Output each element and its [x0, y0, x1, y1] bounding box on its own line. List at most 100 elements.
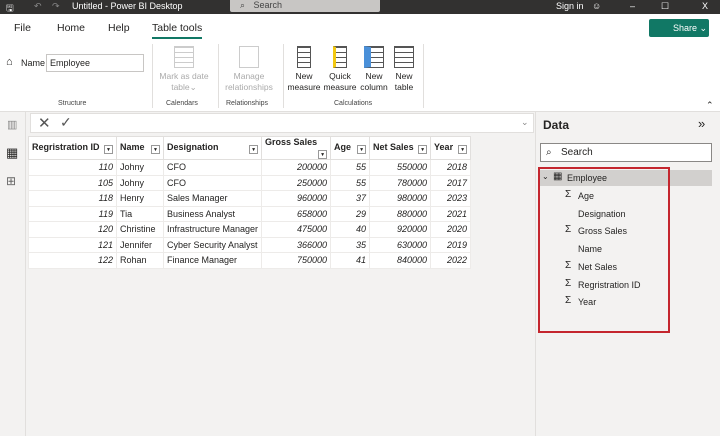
title-bar: 🖫 ↶ ↷ Untitled - Power BI Desktop ⌕ Sear…: [0, 0, 720, 14]
collapse-pane-icon[interactable]: »: [698, 116, 705, 131]
table-cell[interactable]: 105: [28, 174, 117, 191]
table-cell[interactable]: Finance Manager: [162, 252, 263, 269]
table-cell[interactable]: 29: [330, 205, 371, 222]
group-calculations: Calculations: [334, 100, 373, 107]
table-cell[interactable]: 780000: [369, 174, 432, 191]
table-cell[interactable]: 630000: [369, 236, 432, 253]
table-cell[interactable]: 960000: [261, 190, 332, 207]
table-cell[interactable]: 37: [330, 190, 371, 207]
new-table-button[interactable]: New table: [390, 46, 418, 93]
sign-in-link[interactable]: Sign in: [556, 1, 584, 11]
table-cell[interactable]: Rohan: [116, 252, 164, 269]
table-view-icon[interactable]: ▦: [6, 145, 18, 161]
table-cell[interactable]: 550000: [369, 159, 432, 176]
table-cell[interactable]: 55: [330, 159, 371, 176]
table-cell[interactable]: 366000: [261, 236, 332, 253]
table-cell[interactable]: 2021: [430, 205, 472, 222]
table-cell[interactable]: Henry: [116, 190, 164, 207]
label: table: [394, 82, 414, 92]
model-view-icon[interactable]: ⊞: [6, 174, 16, 188]
undo-icon[interactable]: ↶: [34, 1, 42, 12]
table-cell[interactable]: Tia: [116, 205, 164, 222]
table-cell[interactable]: 119: [28, 205, 117, 222]
tab-table-tools[interactable]: Table tools: [152, 22, 203, 39]
label: New: [295, 71, 313, 81]
column-header[interactable]: Gross Sales ▼: [261, 136, 332, 160]
expand-formula-icon[interactable]: ⌄: [521, 117, 529, 128]
report-view-icon[interactable]: ▥: [7, 118, 17, 131]
table-cell[interactable]: 920000: [369, 221, 432, 238]
maximize-button[interactable]: ☐: [661, 1, 669, 12]
commit-icon[interactable]: ✓: [60, 114, 72, 131]
table-cell[interactable]: 2022: [430, 252, 472, 269]
filter-dropdown-icon[interactable]: ▼: [249, 145, 259, 154]
new-measure-button[interactable]: New measure: [286, 46, 322, 93]
collapse-ribbon-icon[interactable]: ⌃: [706, 100, 714, 111]
column-header[interactable]: Year ▼: [430, 136, 472, 160]
avatar-icon[interactable]: ☺: [592, 1, 601, 11]
table-cell[interactable]: 121: [28, 236, 117, 253]
table-cell[interactable]: CFO: [162, 159, 263, 176]
quick-measure-button[interactable]: Quick measure: [322, 46, 358, 93]
table-cell[interactable]: 658000: [261, 205, 332, 222]
table-cell[interactable]: CFO: [162, 174, 263, 191]
table-cell[interactable]: 2020: [430, 221, 472, 238]
filter-dropdown-icon[interactable]: ▼: [318, 150, 328, 159]
data-search-input[interactable]: ⌕ Search: [540, 143, 712, 162]
share-button[interactable]: Share ⌄: [649, 19, 709, 37]
new-column-button[interactable]: New column: [359, 46, 389, 93]
table-cell[interactable]: 35: [330, 236, 371, 253]
table-cell[interactable]: 2017: [430, 174, 472, 191]
table-cell[interactable]: 2023: [430, 190, 472, 207]
redo-icon[interactable]: ↷: [52, 1, 60, 12]
mark-as-date-table-button: Mark as date table⌄: [156, 46, 212, 93]
table-cell[interactable]: 475000: [261, 221, 332, 238]
close-button[interactable]: X: [702, 1, 708, 11]
table-cell[interactable]: 840000: [369, 252, 432, 269]
table-cell[interactable]: 110: [28, 159, 117, 176]
table-row: 122 Rohan Finance Manager 750000 41 840000 202…: [28, 252, 472, 269]
table-cell[interactable]: Business Analyst: [162, 205, 263, 222]
table-name-input[interactable]: Employee: [46, 54, 144, 72]
table-cell[interactable]: 118: [28, 190, 117, 207]
table-cell[interactable]: 880000: [369, 205, 432, 222]
column-header[interactable]: Name ▼: [116, 136, 164, 160]
table-cell[interactable]: 120: [28, 221, 117, 238]
table-cell[interactable]: 55: [330, 174, 371, 191]
table-cell[interactable]: 200000: [261, 159, 332, 176]
filter-dropdown-icon[interactable]: ▼: [151, 145, 160, 154]
new-column-icon: [364, 46, 384, 68]
formula-bar[interactable]: ✕ ✓ ⌄: [30, 113, 534, 133]
table-cell[interactable]: Cyber Security Analyst: [162, 236, 263, 253]
table-cell[interactable]: 750000: [261, 252, 332, 269]
column-header[interactable]: Net Sales ▼: [369, 136, 432, 160]
filter-dropdown-icon[interactable]: ▼: [458, 145, 468, 154]
column-header[interactable]: Age ▼: [330, 136, 371, 160]
table-cell[interactable]: 40: [330, 221, 371, 238]
column-header[interactable]: Designation ▼: [162, 136, 263, 160]
minimize-button[interactable]: –: [630, 1, 635, 11]
filter-dropdown-icon[interactable]: ▼: [104, 145, 113, 154]
tab-file[interactable]: File: [14, 22, 31, 34]
table-cell[interactable]: Johny: [116, 174, 164, 191]
table-cell[interactable]: 41: [330, 252, 371, 269]
table-cell[interactable]: Christine: [116, 221, 164, 238]
table-cell[interactable]: 980000: [369, 190, 432, 207]
table-cell[interactable]: Infrastructure Manager: [162, 221, 263, 238]
table-cell[interactable]: 2019: [430, 236, 472, 253]
column-header[interactable]: Regristration ID ▼: [28, 136, 117, 160]
table-cell[interactable]: 2018: [430, 159, 472, 176]
table-cell[interactable]: Johny: [116, 159, 164, 176]
tab-home[interactable]: Home: [57, 22, 85, 34]
name-label: Name: [21, 58, 46, 68]
table-cell[interactable]: 250000: [261, 174, 332, 191]
table-cell[interactable]: Jennifer: [116, 236, 164, 253]
filter-dropdown-icon[interactable]: ▼: [418, 145, 428, 154]
table-cell[interactable]: 122: [28, 252, 117, 269]
search-box[interactable]: ⌕ Search: [230, 0, 380, 12]
filter-dropdown-icon[interactable]: ▼: [357, 145, 367, 154]
table-cell[interactable]: Sales Manager: [162, 190, 263, 207]
label: measure: [323, 82, 357, 92]
cancel-icon[interactable]: ✕: [38, 114, 51, 132]
tab-help[interactable]: Help: [108, 22, 130, 34]
